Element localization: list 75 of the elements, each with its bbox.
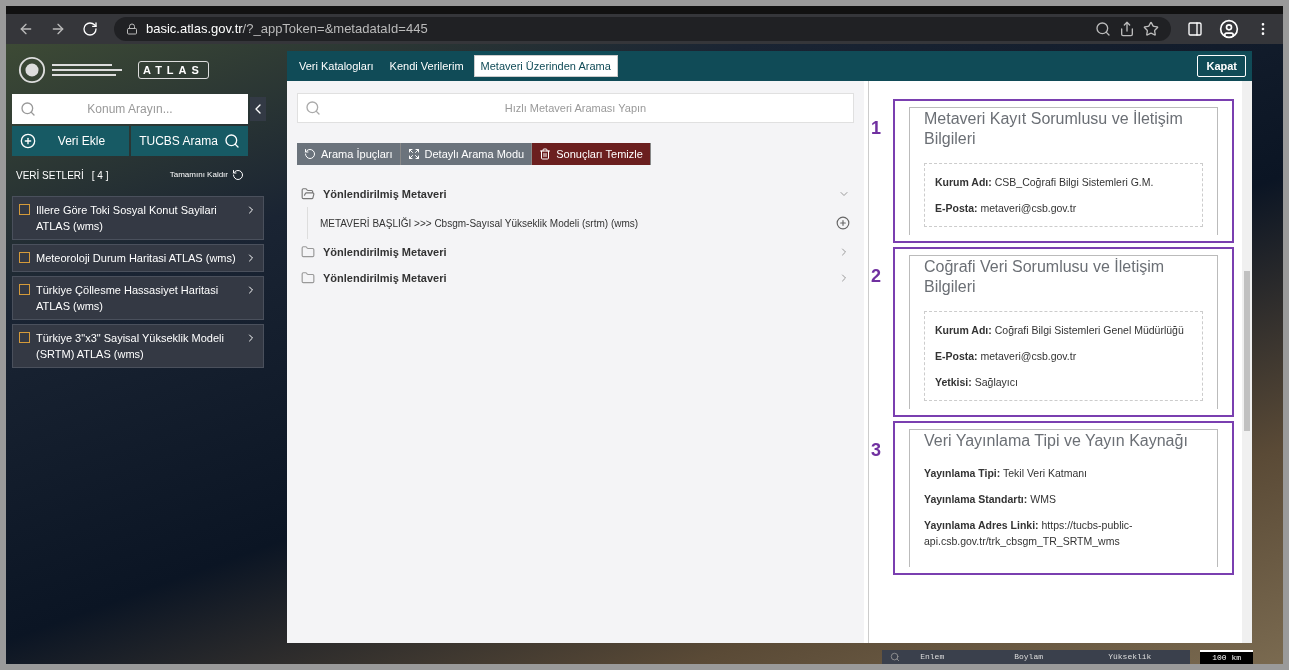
checkbox[interactable] (19, 332, 30, 343)
reload-icon[interactable] (82, 21, 98, 37)
field-text: E-Posta: metaveri@csb.gov.tr (935, 201, 1078, 216)
layer-item[interactable]: Türkiye 3"x3" Sayisal Yükseklik Modeli (SRTM) ATLAS (wms) (12, 324, 264, 368)
field-text: Yayınlama Standartı: WMS (924, 492, 1057, 507)
coordinate-label: Yükseklik (1107, 651, 1153, 663)
action-button[interactable]: Detaylı Arama Modu (400, 143, 533, 165)
action-button[interactable]: Sonuçları Temizle (532, 143, 651, 165)
expand-icon (407, 148, 420, 160)
field-text: E-Posta: metaveri@csb.gov.tr (935, 349, 1078, 364)
collapse-icon[interactable] (250, 97, 266, 121)
checkbox[interactable] (19, 204, 30, 215)
emblem-icon (18, 56, 46, 84)
search-icon[interactable] (1095, 21, 1111, 37)
annotation-number: 3 (871, 439, 881, 461)
tab[interactable]: Kendi Verilerim (383, 55, 470, 77)
profile-icon[interactable] (1219, 19, 1239, 39)
annotation-number: 1 (871, 117, 881, 139)
field-text: Yayınlama Tipi: Tekil Veri Katmanı (924, 466, 1089, 481)
address-bar[interactable]: basic.atlas.gov.tr/?_appToken=&metadataId=445 (114, 17, 1171, 41)
tab[interactable]: Veri Katalogları (293, 55, 380, 77)
layer-item[interactable]: Meteoroloji Durum Haritasi ATLAS (wms) (12, 244, 264, 272)
tree-node[interactable]: Yönlendirilmiş Metaveri (297, 181, 854, 207)
section-title: Veri Yayınlama Tipi ve Yayın Kaynağı (924, 431, 1189, 451)
layer-name: Illere Göre Toki Sosyal Konut Sayilari ATLAS (wms) (36, 203, 218, 234)
search-icon (223, 133, 240, 149)
coordinate-label: Enlem (919, 651, 946, 663)
open-folder-icon (301, 187, 315, 201)
location-search-field[interactable]: Konum Arayın... (12, 94, 248, 124)
section-title: Metaveri Kayıt Sorumlusu ve İletişim Bilgileri (924, 109, 1184, 149)
layer-item[interactable]: Türkiye Çöllesme Hassasiyet Haritasi ATLAS (wms) (12, 276, 264, 320)
annotation-number: 2 (871, 265, 881, 287)
plus-icon[interactable] (836, 216, 850, 230)
tree-node[interactable]: Yönlendirilmiş Metaveri (297, 239, 854, 265)
action-button[interactable]: Arama İpuçları (297, 143, 401, 165)
refresh-icon[interactable] (232, 169, 244, 181)
section-title: Coğrafi Veri Sorumlusu ve İletişim Bilgileri (924, 257, 1166, 297)
metadata-search-field[interactable]: Hızlı Metaveri Araması Yapın (297, 93, 854, 123)
field-text: Yayınlama Adres Linki: https://tucbs-public-api.csb.gov.tr/trk_cbsgm_TR_SRTM_wms (924, 518, 1134, 549)
star-icon[interactable] (1143, 21, 1159, 37)
atlas-logo: ATLAS (138, 61, 209, 79)
side-panel-icon[interactable] (1187, 21, 1203, 37)
scrollbar[interactable] (1242, 81, 1252, 643)
tab[interactable]: Metaveri Üzerinden Arama (473, 55, 618, 77)
lock-icon (126, 23, 138, 35)
search-button[interactable]: TUCBS Arama (131, 126, 248, 156)
datasets-label: VERİ SETLERİ (16, 168, 84, 183)
close-button[interactable]: Kapat (1197, 55, 1246, 77)
tree-leaf[interactable]: METAVERİ BAŞLIĞI >>> Cbsgm-Sayısal Yükseklik Modeli (srtm) (wms) (307, 207, 854, 239)
back-icon[interactable] (18, 21, 34, 37)
remove-all-link[interactable]: Tamamını Kaldır (169, 169, 228, 181)
url-text: basic.atlas.gov.tr/?_appToken=&metadataId=445 (146, 20, 428, 39)
layer-name: Meteoroloji Durum Haritasi ATLAS (wms) (36, 251, 237, 266)
field-text: Kurum Adı: Coğrafi Bilgi Sistemleri Genel Müdürlüğü (935, 323, 1185, 338)
forward-icon[interactable] (50, 21, 66, 37)
coordinate-label: Boylam (1013, 651, 1044, 663)
field-text: Yetkisi: Sağlayıcı (935, 375, 1019, 390)
layer-name: Türkiye Çöllesme Hassasiyet Haritasi ATLAS (wms) (36, 283, 220, 314)
layer-item[interactable]: Illere Göre Toki Sosyal Konut Sayilari ATLAS (wms) (12, 196, 264, 240)
refresh-icon (304, 148, 316, 160)
checkbox[interactable] (19, 252, 30, 263)
field-text: Kurum Adı: CSB_Coğrafi Bilgi Sistemleri G.M. (935, 175, 1155, 190)
trash-icon (539, 148, 552, 160)
tree-node[interactable]: Yönlendirilmiş Metaveri (297, 265, 854, 291)
folder-icon (301, 245, 315, 259)
scale-label: 100 km (1200, 650, 1253, 664)
search-icon (305, 100, 321, 116)
plus-icon (20, 133, 36, 149)
share-icon[interactable] (1119, 21, 1135, 37)
checkbox[interactable] (19, 284, 30, 295)
layer-name: Türkiye 3"x3" Sayisal Yükseklik Modeli (SRTM) ATLAS (wms) (36, 331, 225, 362)
search-icon (20, 101, 36, 117)
add-data-button[interactable]: Veri Ekle (12, 126, 129, 156)
datasets-count: [ 4 ] (91, 168, 109, 183)
folder-icon (301, 271, 315, 285)
